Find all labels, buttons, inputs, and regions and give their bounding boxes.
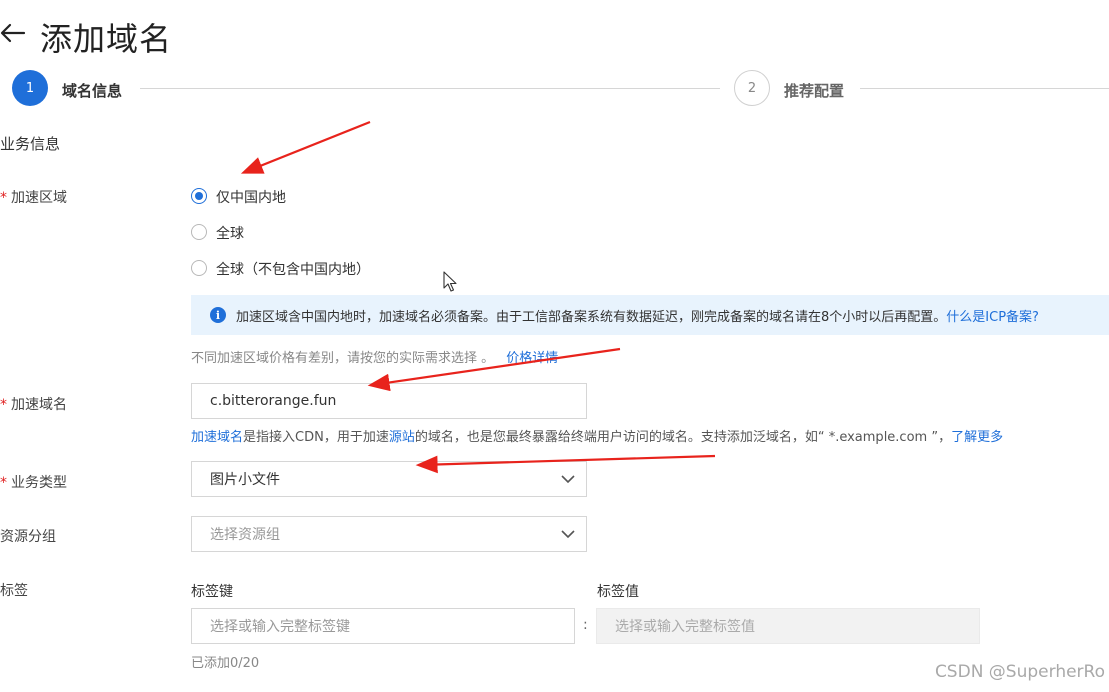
accel-region-label: * 加速区域 [0, 187, 67, 207]
radio-label-global-excl-china[interactable]: 全球（不包含中国内地） [216, 259, 370, 279]
info-message: 加速区域含中国内地时，加速域名必须备案。由于工信部备案系统有数据延迟，刚完成备案… [236, 310, 947, 325]
chevron-down-icon [561, 530, 575, 539]
origin-link[interactable]: 源站 [389, 430, 415, 445]
domain-hint-text-2: 的域名，也是您最终暴露给终端用户访问的域名。支持添加泛域名，如“ *.examp… [414, 430, 952, 445]
step-divider [860, 88, 1109, 89]
step-divider [140, 88, 720, 89]
annotation-arrows [240, 120, 716, 474]
business-type-select[interactable]: 图片小文件 [191, 461, 587, 497]
accel-region-label-text: 加速区域 [11, 190, 67, 206]
business-type-label-text: 业务类型 [11, 475, 67, 491]
tag-value-placeholder: 选择或输入完整标签值 [615, 619, 755, 635]
tag-separator: : [583, 617, 588, 633]
price-hint-text: 不同加速区域价格有差别，请按您的实际需求选择 。 [191, 351, 495, 366]
resource-group-select[interactable]: 选择资源组 [191, 516, 587, 552]
tag-count: 已添加0/20 [191, 656, 260, 671]
domain-hint-text-1: 是指接入CDN，用于加速 [243, 430, 389, 445]
domain-input-value: c.bitterorange.fun [210, 393, 337, 409]
radio-global-excl-china[interactable] [191, 260, 207, 276]
price-details-link[interactable]: 价格详情 [506, 351, 558, 366]
radio-label-mainland-china[interactable]: 仅中国内地 [216, 187, 286, 207]
learn-more-link[interactable]: 了解更多 [951, 430, 1003, 445]
step-1-label: 域名信息 [62, 82, 123, 100]
domain-label-text: 加速域名 [11, 397, 67, 413]
radio-label-global[interactable]: 全球 [216, 223, 244, 243]
required-mark: * [0, 475, 7, 491]
icp-link[interactable]: 什么是ICP备案? [946, 310, 1039, 325]
domain-hint: 加速域名是指接入CDN，用于加速源站的域名，也是您最终暴露给终端用户访问的域名。… [191, 426, 1003, 445]
domain-label: * 加速域名 [0, 394, 67, 414]
tag-key-header: 标签键 [191, 584, 233, 600]
required-mark: * [0, 190, 7, 206]
chevron-down-icon [561, 475, 575, 484]
price-hint: 不同加速区域价格有差别，请按您的实际需求选择 。 价格详情 [191, 347, 558, 366]
section-title: 业务信息 [0, 135, 61, 153]
watermark: CSDN @SuperherRo [934, 662, 1105, 682]
business-type-label: * 业务类型 [0, 472, 67, 492]
info-icon: i [210, 307, 226, 323]
business-type-value: 图片小文件 [210, 472, 280, 488]
required-mark: * [0, 397, 7, 413]
radio-mainland-china[interactable] [191, 188, 207, 204]
domain-hint-link[interactable]: 加速域名 [191, 430, 243, 445]
mouse-cursor-icon [443, 271, 457, 292]
step-2-label: 推荐配置 [784, 82, 845, 100]
tag-value-header: 标签值 [597, 584, 639, 600]
tag-key-input[interactable]: 选择或输入完整标签键 [191, 608, 575, 644]
domain-input[interactable]: c.bitterorange.fun [191, 383, 587, 419]
icp-info-banner: i 加速区域含中国内地时，加速域名必须备案。由于工信部备案系统有数据延迟，刚完成… [191, 295, 1109, 335]
resource-group-placeholder: 选择资源组 [210, 527, 280, 543]
resource-group-label: 资源分组 [0, 529, 56, 545]
tag-key-placeholder: 选择或输入完整标签键 [210, 619, 350, 635]
step-2-indicator: 2 [734, 70, 770, 106]
page-title: 添加域名 [40, 20, 173, 58]
tags-label: 标签 [0, 583, 28, 599]
info-text: 加速区域含中国内地时，加速域名必须备案。由于工信部备案系统有数据延迟，刚完成备案… [236, 306, 1039, 325]
radio-global[interactable] [191, 224, 207, 240]
back-arrow-icon[interactable] [0, 20, 26, 46]
tag-value-input: 选择或输入完整标签值 [596, 608, 980, 644]
annotation-arrow [240, 120, 371, 174]
step-1-indicator: 1 [12, 70, 48, 106]
